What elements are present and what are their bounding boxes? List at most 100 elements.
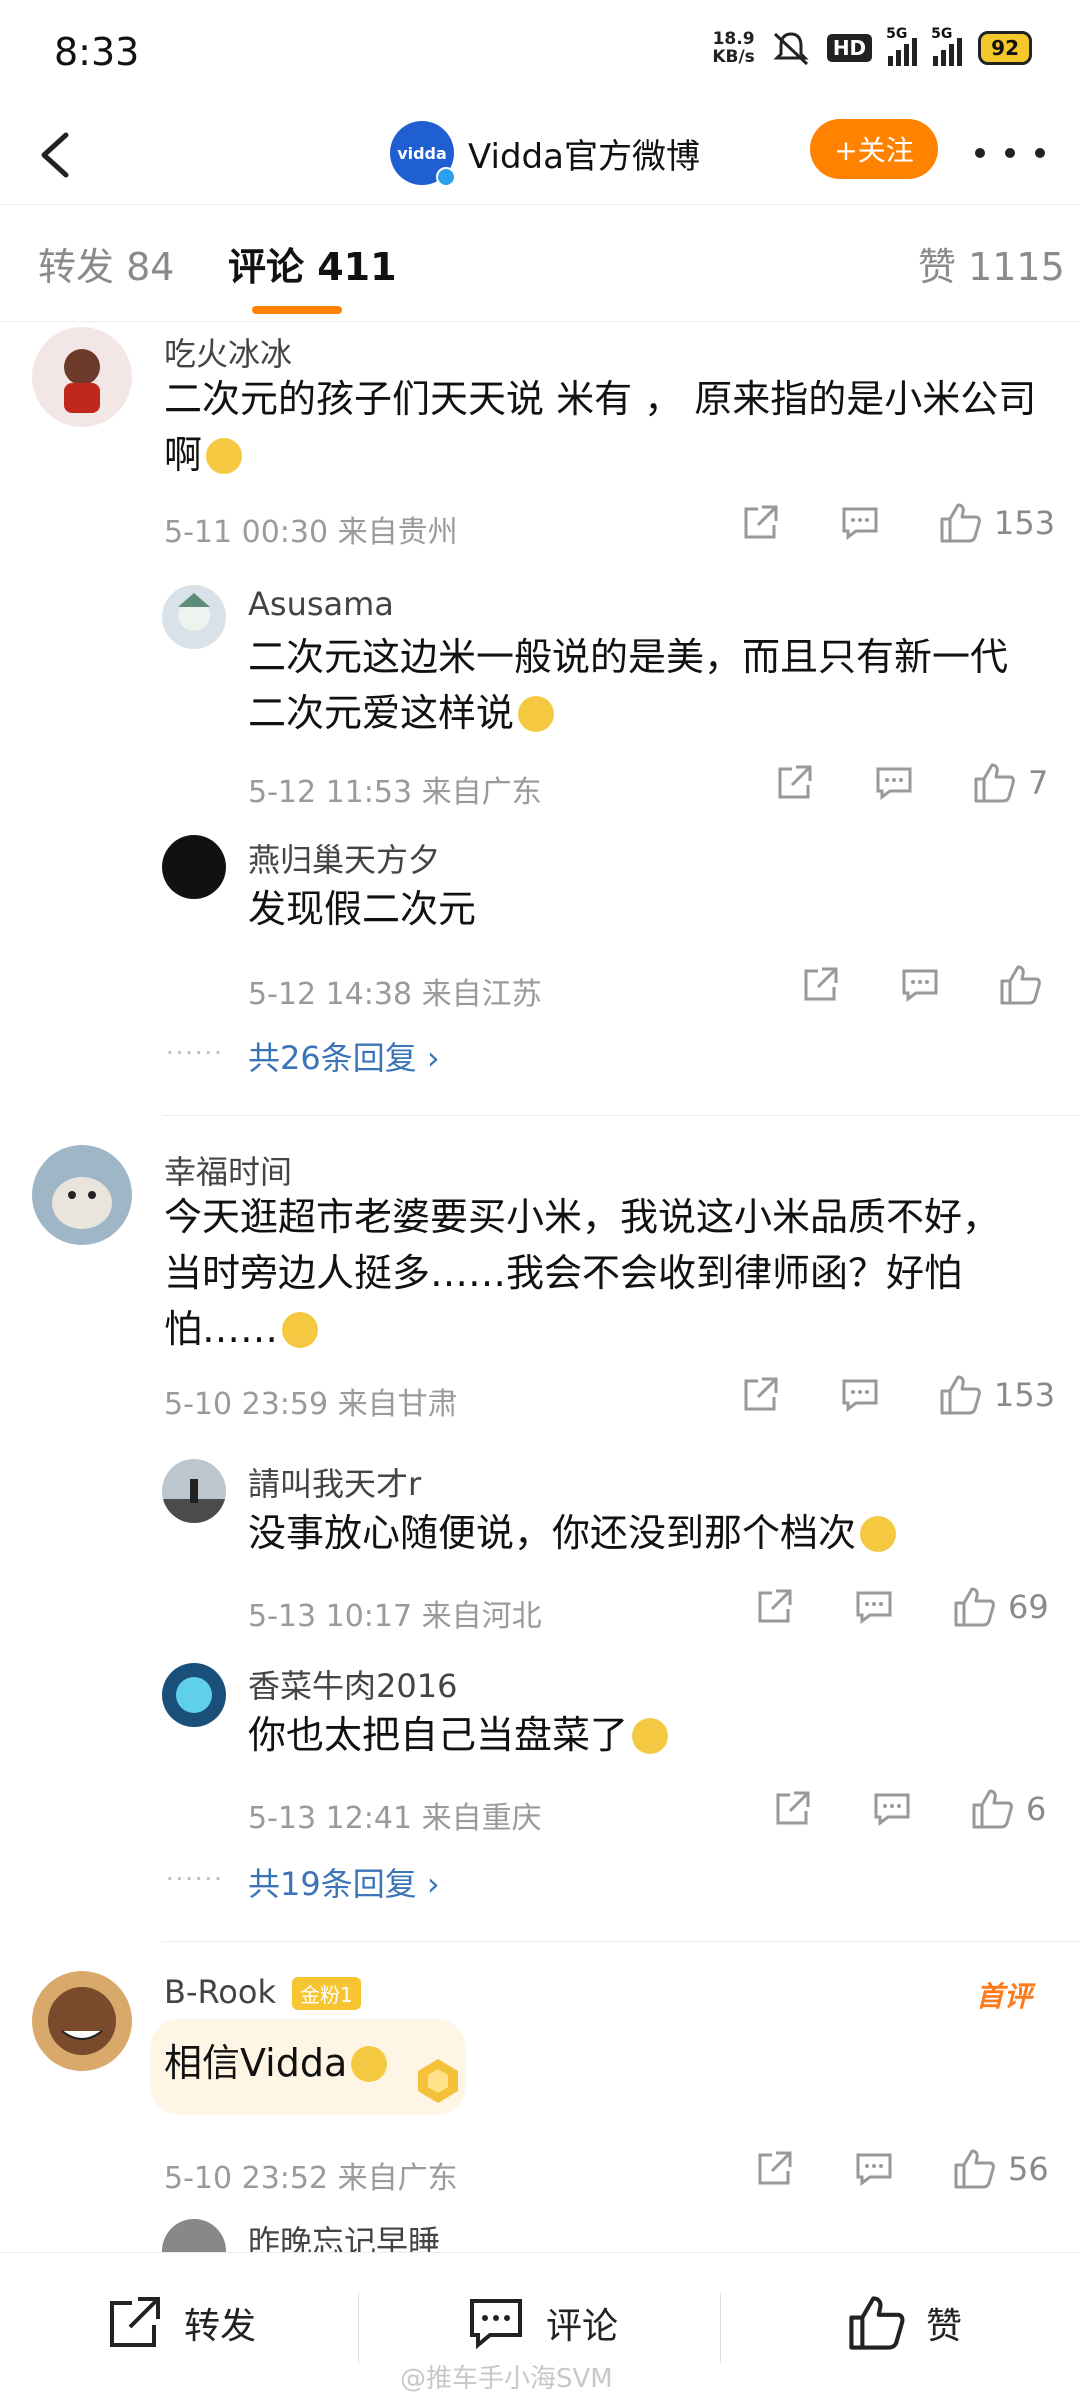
share-button[interactable] [740, 503, 780, 543]
signal-icon-1: 5G [886, 26, 918, 66]
more-replies-link[interactable]: 共19条回复 › [248, 1859, 440, 1905]
comment-username[interactable]: 吃火冰冰 [164, 329, 292, 375]
share-icon [804, 967, 838, 1001]
share-button[interactable] [772, 1789, 812, 1829]
fan-badge[interactable]: 金粉1 [292, 1977, 361, 2010]
reply-username[interactable]: 請叫我天才r [248, 1459, 421, 1505]
status-time: 8:33 [54, 30, 140, 74]
avatar-logo-text: vidda [397, 143, 447, 163]
share-button[interactable] [740, 1375, 780, 1415]
separator [720, 2293, 721, 2363]
comment-username[interactable]: B-Rook [164, 1973, 276, 2011]
like-button[interactable]: 153 [938, 1373, 1055, 1417]
reply-button[interactable] [872, 1789, 912, 1829]
like-button[interactable]: 153 [938, 501, 1055, 545]
share-button[interactable] [754, 1587, 794, 1627]
tab-repost[interactable]: 转发 84 [38, 236, 174, 291]
avatar[interactable] [162, 2219, 226, 2253]
like-post-button[interactable]: 赞 [846, 2293, 962, 2353]
network-speed-value: 18.9 [712, 29, 755, 49]
thumbs-up-icon [954, 2149, 995, 2189]
reply-username[interactable]: 昨晚忘记早睡 [248, 2217, 440, 2253]
reply-button[interactable] [854, 1587, 894, 1627]
network-label-2: 5G [931, 26, 953, 42]
replies-dots: ······ [166, 1865, 224, 1893]
share-button[interactable] [754, 2149, 794, 2189]
tab-comment[interactable]: 评论 411 [228, 236, 397, 291]
account-avatar[interactable]: vidda [390, 121, 456, 187]
more-replies-link[interactable]: 共26条回复 › [248, 1033, 440, 1079]
like-button[interactable]: 7 [972, 761, 1048, 805]
like-button[interactable]: 56 [952, 2147, 1049, 2191]
comment-text-line: 相信Vidda [164, 2041, 348, 2085]
reply-username[interactable]: 香菜牛肉2016 [248, 1661, 457, 1707]
repost-button[interactable]: 转发 [104, 2293, 256, 2353]
comment-button[interactable]: 评论 [466, 2293, 618, 2353]
comment-icon [856, 2153, 892, 2186]
thumbs-up-icon [974, 763, 1015, 803]
separator [358, 2293, 359, 2363]
comment-username[interactable]: 幸福时间 [164, 1147, 292, 1193]
avatar[interactable] [32, 1145, 132, 1245]
more-options-icon[interactable] [975, 125, 1045, 181]
comment-text-line: 今天逛超市老婆要买小米，我说这小米品质不好， [164, 1195, 1001, 1239]
comment-icon [902, 969, 938, 1002]
follow-button[interactable]: +关注 [810, 119, 938, 179]
reply-username[interactable]: Asusama [248, 585, 394, 623]
reply-meta: 5-12 11:53 来自广东 [248, 775, 542, 810]
avatar[interactable] [32, 1971, 132, 2071]
thumbs-up-icon [1000, 965, 1041, 1005]
hd-icon: HD [826, 34, 873, 62]
account-info[interactable]: vidda Vidda官方微博 [390, 121, 700, 187]
avatar[interactable] [162, 1663, 226, 1727]
comment-text-line: 当时旁边人挺多……我会不会收到律师函？好怕 [164, 1251, 963, 1295]
thumbs-up-emoji-icon [351, 2046, 388, 2082]
reply-text: 你也太把自己当盘菜了 [248, 1707, 669, 1763]
comment-icon [856, 1591, 892, 1624]
avatar[interactable] [32, 327, 132, 427]
reply-button[interactable] [854, 2149, 894, 2189]
like-button[interactable] [998, 963, 1042, 1007]
comment-icon [842, 1379, 878, 1412]
avatar[interactable] [162, 1459, 226, 1523]
reply-username[interactable]: 燕归巢天方夕 [248, 835, 440, 881]
reply-text-line: 二次元这边米一般说的是美，而且只有新一代 [248, 635, 1009, 679]
bottom-action-bar: 转发 评论 赞 @推车手小海SVM [0, 2252, 1080, 2400]
like-count: 56 [1008, 2150, 1049, 2188]
app-header: vidda Vidda官方微博 +关注 [0, 105, 1080, 205]
back-button[interactable] [30, 127, 86, 183]
comment-icon [874, 1793, 910, 1826]
like-count: 153 [994, 1376, 1056, 1414]
like-button[interactable]: 69 [952, 1585, 1049, 1629]
comment-icon [470, 2299, 522, 2350]
thumbs-up-icon [954, 1587, 995, 1627]
share-icon [758, 1589, 792, 1623]
reply-meta: 5-13 10:17 来自河北 [248, 1599, 542, 1634]
reply-button[interactable] [900, 965, 940, 1005]
like-button[interactable]: 6 [970, 1787, 1046, 1831]
like-count: 7 [1028, 764, 1049, 802]
share-button[interactable] [800, 965, 840, 1005]
account-name[interactable]: Vidda官方微博 [468, 129, 700, 178]
laughing-emoji-icon [282, 1312, 319, 1348]
dizzy-emoji-icon [632, 1718, 669, 1754]
verified-icon [436, 167, 456, 187]
avatar[interactable] [162, 585, 226, 649]
network-speed-unit: KB/s [712, 47, 755, 67]
reply-button[interactable] [840, 503, 880, 543]
signal-icon-2: 5G [931, 26, 963, 66]
comment-divider [162, 1941, 1080, 1942]
share-button[interactable] [774, 763, 814, 803]
chevron-left-icon [41, 132, 69, 178]
tab-like[interactable]: 赞 1115 [918, 236, 1065, 291]
like-label: 赞 [926, 2306, 963, 2347]
reply-button[interactable] [840, 1375, 880, 1415]
like-count: 6 [1026, 1790, 1047, 1828]
avatar[interactable] [162, 835, 226, 899]
thumbs-up-icon [849, 2296, 905, 2350]
comment-list: 吃火冰冰 二次元的孩子们天天说 米有 ， 原来指的是小米公司 啊 5-11 00… [0, 323, 1080, 2253]
reply-meta: 5-13 12:41 来自重庆 [248, 1801, 542, 1836]
comment-text: 相信Vidda [164, 2035, 388, 2091]
reply-button[interactable] [874, 763, 914, 803]
thumbs-up-icon [940, 503, 981, 543]
